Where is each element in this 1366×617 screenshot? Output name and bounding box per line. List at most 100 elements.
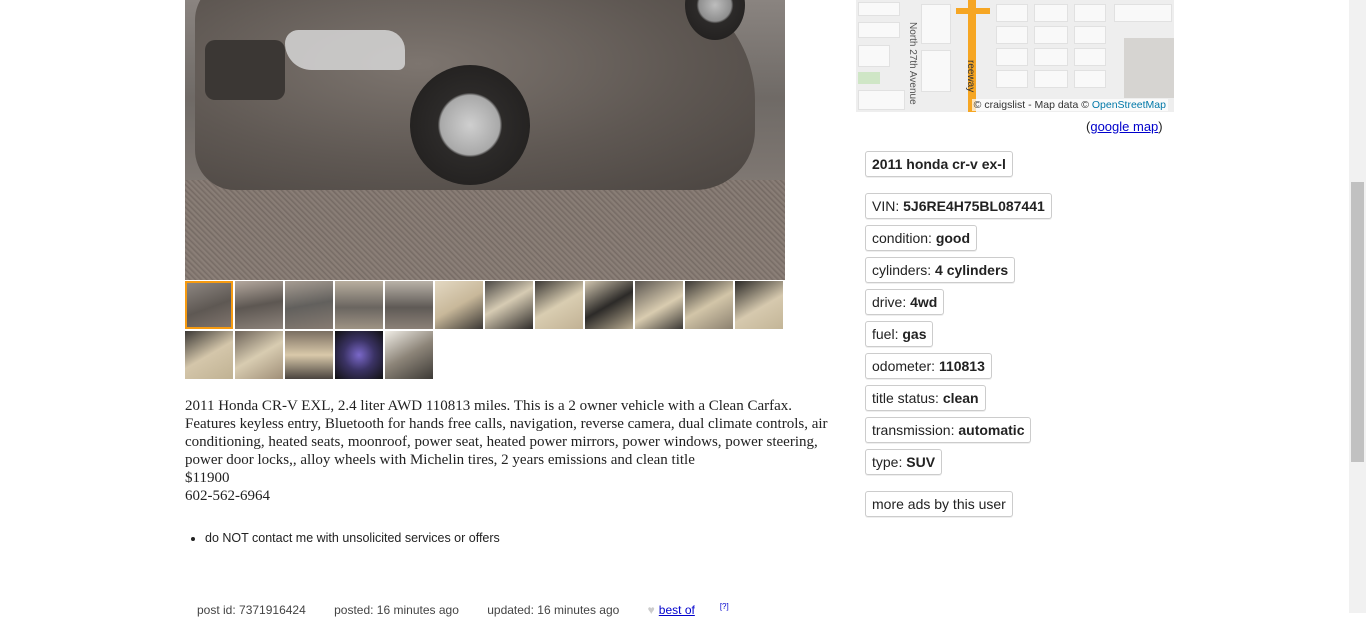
- attr-odometer-group: odometer: 110813: [865, 353, 992, 379]
- attr-title-group: 2011 honda cr-v ex-l: [865, 151, 1013, 177]
- attr-vin-group: VIN: 5J6RE4H75BL087441: [865, 193, 1052, 219]
- thumbnail-5[interactable]: [385, 281, 433, 329]
- attr-cylinders-value: 4 cylinders: [935, 262, 1009, 278]
- map-block: [921, 50, 951, 92]
- attr-drive: drive: 4wd: [865, 289, 945, 315]
- more-ads-button[interactable]: more ads by this user: [865, 491, 1013, 517]
- attr-condition-label: condition:: [872, 230, 936, 246]
- attr-transmission: transmission: automatic: [865, 417, 1032, 443]
- attr-odometer-label: odometer:: [872, 358, 939, 374]
- attr-condition-value: good: [935, 230, 971, 246]
- map-block: [996, 70, 1028, 88]
- google-map: (google map): [1086, 119, 1163, 134]
- posting-body: 2011 Honda CR-V EXL, 2.4 liter AWD 11081…: [185, 398, 828, 504]
- scrollbar-thumb[interactable]: [1351, 182, 1364, 462]
- map-block: [1034, 48, 1068, 66]
- post-info: post id: 7371916424 posted: 16 minutes a…: [197, 602, 754, 617]
- attr-condition-group: condition: good: [865, 225, 978, 251]
- attr-condition: condition: good: [865, 225, 978, 251]
- attr-drive-group: drive: 4wd: [865, 289, 945, 315]
- attr-vin: VIN: 5J6RE4H75BL087441: [865, 193, 1052, 219]
- attr-type-value: SUV: [906, 454, 936, 470]
- attr-odometer-value: 110813: [938, 358, 985, 374]
- map-block: [1034, 70, 1068, 88]
- map-block: [921, 4, 951, 44]
- thumbnail-10[interactable]: [635, 281, 683, 329]
- map-block: [1034, 4, 1068, 22]
- thumbnail-4[interactable]: [335, 281, 383, 329]
- openstreetmap-link[interactable]: OpenStreetMap: [1092, 99, 1166, 111]
- attr-transmission-group: transmission: automatic: [865, 417, 1032, 443]
- attr-fuel-label: fuel:: [872, 326, 903, 342]
- attr-cylinders-group: cylinders: 4 cylinders: [865, 257, 1016, 283]
- map-block: [1074, 26, 1106, 44]
- post-id: post id: 7371916424: [197, 603, 306, 617]
- attr-title-status: title status: clean: [865, 385, 986, 411]
- notices-list: do NOT contact me with unsolicited servi…: [185, 530, 500, 546]
- map-building: [1124, 38, 1174, 98]
- thumbnail-3[interactable]: [285, 281, 333, 329]
- more-ads-group: more ads by this user: [865, 491, 1013, 517]
- attr-title: 2011 honda cr-v ex-l: [865, 151, 1013, 177]
- attr-vin-value: 5J6RE4H75BL087441: [903, 198, 1045, 214]
- map-block: [858, 90, 905, 110]
- scrollbar[interactable]: [1349, 0, 1366, 613]
- map-block: [1114, 4, 1172, 22]
- attr-cylinders-label: cylinders:: [872, 262, 936, 278]
- map-freeway-label: reeway: [965, 60, 976, 93]
- attr-drive-value: 4wd: [910, 294, 938, 310]
- attr-fuel: fuel: gas: [865, 321, 934, 347]
- thumbnail-12[interactable]: [735, 281, 783, 329]
- attr-title-status-value: clean: [942, 390, 979, 406]
- photo-car-headlight: [285, 30, 405, 70]
- map-block: [858, 2, 900, 16]
- thumbnail-6[interactable]: [435, 281, 483, 329]
- photo-ground: [185, 180, 785, 280]
- thumbnail-17[interactable]: [385, 331, 433, 379]
- photo-car-front-wheel: [410, 65, 530, 185]
- map-block: [1074, 48, 1106, 66]
- attr-fuel-group: fuel: gas: [865, 321, 934, 347]
- attr-title-status-label: title status:: [872, 390, 943, 406]
- attr-vin-label: VIN:: [872, 198, 904, 214]
- map-block: [1074, 70, 1106, 88]
- attr-transmission-label: transmission:: [872, 422, 959, 438]
- map-attribution: © craigslist - Map data © OpenStreetMap: [971, 99, 1168, 111]
- notice-item: do NOT contact me with unsolicited servi…: [205, 530, 500, 546]
- attr-title-text: 2011 honda cr-v ex-l: [872, 156, 1006, 172]
- map-block: [996, 26, 1028, 44]
- map-freeway-ramp: [956, 8, 990, 14]
- posted-time: posted: 16 minutes ago: [334, 603, 459, 617]
- attr-type: type: SUV: [865, 449, 943, 475]
- map[interactable]: North 27th Avenue reeway © craigslist - …: [856, 0, 1174, 112]
- map-block: [858, 45, 890, 67]
- thumbnail-11[interactable]: [685, 281, 733, 329]
- best-of-label[interactable]: best of: [659, 603, 695, 617]
- map-freeway: [968, 0, 976, 112]
- attr-type-label: type:: [872, 454, 907, 470]
- thumbnail-16[interactable]: [335, 331, 383, 379]
- main-photo[interactable]: [185, 0, 785, 280]
- google-map-close-paren: ): [1158, 119, 1163, 134]
- best-of-help[interactable]: [?]: [720, 602, 729, 611]
- map-block: [858, 22, 900, 38]
- thumbnail-7[interactable]: [485, 281, 533, 329]
- thumbnail-1[interactable]: [185, 281, 233, 329]
- thumbnail-8[interactable]: [535, 281, 583, 329]
- attr-fuel-value: gas: [902, 326, 927, 342]
- thumbnail-2[interactable]: [235, 281, 283, 329]
- map-block: [1034, 26, 1068, 44]
- map-block: [1074, 4, 1106, 22]
- thumbnail-14[interactable]: [235, 331, 283, 379]
- map-street-label: North 27th Avenue: [907, 22, 918, 105]
- map-block: [996, 48, 1028, 66]
- attr-drive-label: drive:: [872, 294, 911, 310]
- attr-cylinders: cylinders: 4 cylinders: [865, 257, 1016, 283]
- attr-transmission-value: automatic: [958, 422, 1025, 438]
- best-of-link[interactable]: ♥ best of [?]: [648, 602, 729, 617]
- photo-car-grille: [205, 40, 285, 100]
- google-map-link[interactable]: google map: [1090, 119, 1158, 134]
- thumbnail-15[interactable]: [285, 331, 333, 379]
- thumbnail-13[interactable]: [185, 331, 233, 379]
- thumbnail-9[interactable]: [585, 281, 633, 329]
